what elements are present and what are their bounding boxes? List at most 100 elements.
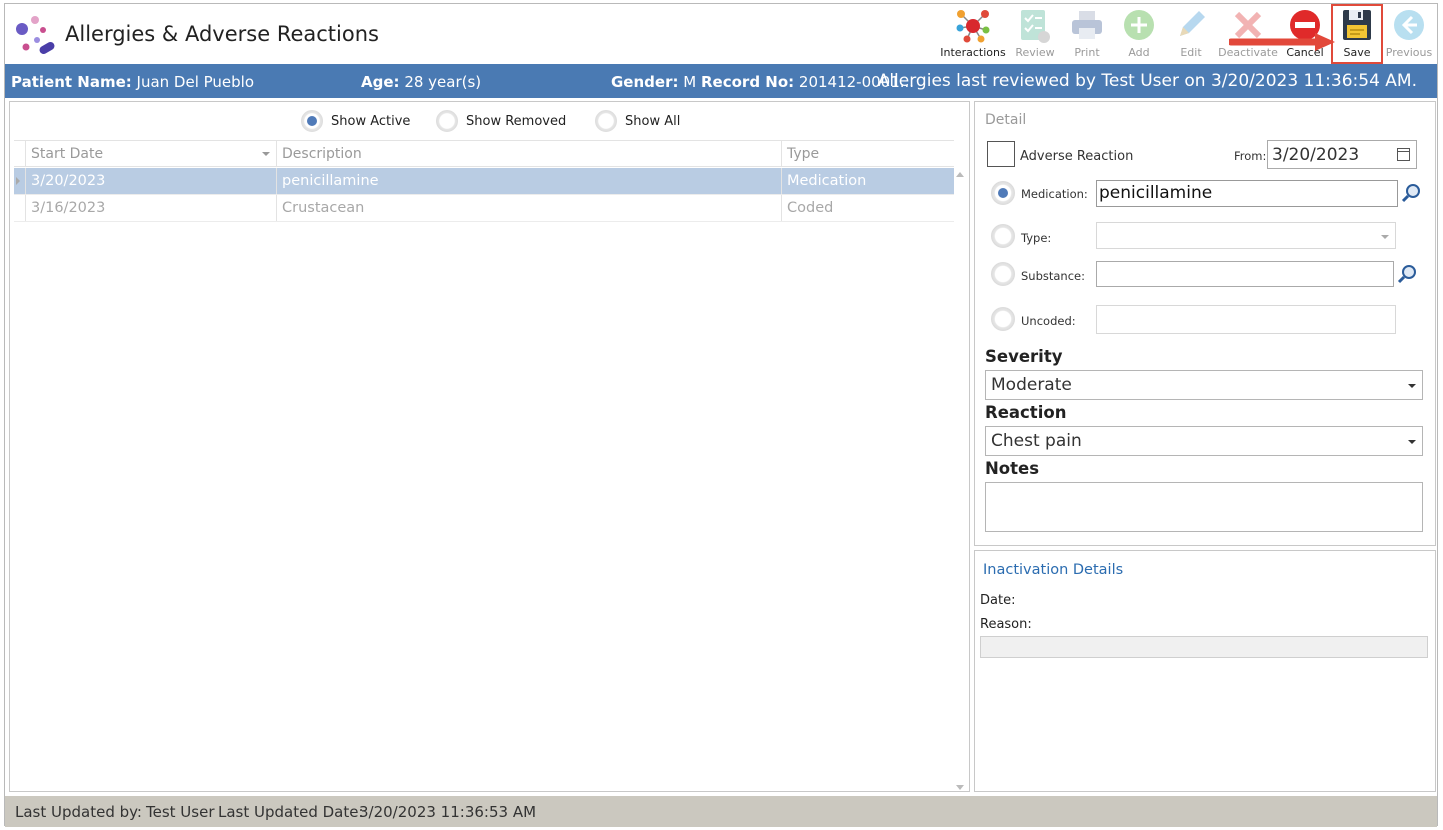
print-button[interactable]: Print: [1061, 4, 1113, 64]
column-header-type[interactable]: Type: [781, 141, 954, 166]
status-bar: Last Updated by: Test User Last Updated …: [5, 796, 1437, 827]
patient-name: Patient Name: Juan Del Pueblo: [11, 73, 255, 91]
previous-button[interactable]: Previous: [1383, 4, 1435, 64]
checklist-icon: [1021, 10, 1050, 43]
uncoded-radio[interactable]: [991, 307, 1015, 331]
substance-label: Substance:: [1021, 269, 1085, 283]
allergies-window: Allergies & Adverse Reactions Interactio…: [4, 3, 1438, 827]
detail-title: Detail: [985, 112, 1027, 128]
filter-radio-group: Show Active Show Removed Show All: [10, 110, 969, 134]
arrow-left-circle-icon: [1394, 10, 1424, 40]
cell-type: Medication: [781, 168, 954, 194]
cell-type: Coded: [781, 195, 954, 221]
column-header-description[interactable]: Description: [276, 141, 781, 166]
reaction-label: Reaction: [985, 403, 1067, 422]
printer-icon: [1072, 11, 1102, 39]
pencil-icon: [1180, 11, 1205, 36]
radio-unselected-icon: [436, 110, 458, 132]
from-label: From:: [1234, 149, 1267, 163]
medication-input[interactable]: penicillamine: [1096, 180, 1398, 207]
calendar-icon[interactable]: [1397, 148, 1410, 161]
chevron-down-icon: [1381, 235, 1389, 239]
inactivation-reason-field: [980, 636, 1428, 658]
radio-unselected-icon: [595, 110, 617, 132]
annotation-arrow-icon: [1229, 33, 1335, 51]
previous-label: Previous: [1385, 46, 1433, 59]
severity-select[interactable]: Moderate: [985, 370, 1423, 400]
uncoded-label: Uncoded:: [1021, 314, 1076, 328]
list-scrollbar[interactable]: [953, 172, 965, 790]
medication-search-icon[interactable]: [1401, 183, 1421, 203]
reaction-value: Chest pain: [991, 431, 1082, 451]
radio-selected-icon: [301, 110, 323, 132]
show-all-radio[interactable]: Show All: [595, 110, 680, 132]
plus-circle-icon: [1124, 10, 1154, 40]
adverse-reaction-label: Adverse Reaction: [1020, 149, 1134, 164]
medication-value: penicillamine: [1099, 183, 1213, 203]
detail-panel: Detail Adverse Reaction From: 3/20/2023 …: [974, 101, 1436, 546]
print-label: Print: [1074, 46, 1100, 59]
severity-value: Moderate: [991, 375, 1072, 395]
updated-by-value: Test User: [146, 803, 215, 821]
table-row[interactable]: 3/16/2023 Crustacean Coded: [14, 195, 954, 222]
medication-label: Medication:: [1021, 187, 1088, 201]
updated-by-label: Last Updated by:: [15, 803, 142, 821]
type-dropdown[interactable]: [1096, 222, 1396, 249]
medication-radio[interactable]: [991, 181, 1015, 205]
patient-info-bar: Patient Name: Juan Del Pueblo Age: 28 ye…: [5, 64, 1437, 98]
title-bar: Allergies & Adverse Reactions Interactio…: [5, 4, 1437, 64]
table-row[interactable]: 3/20/2023 penicillamine Medication: [14, 168, 954, 195]
notes-label: Notes: [985, 459, 1040, 478]
inactivation-reason-label: Reason:: [980, 617, 1032, 632]
scroll-up-icon[interactable]: [956, 172, 964, 177]
review-button[interactable]: Review: [1009, 4, 1061, 64]
show-all-label: Show All: [625, 113, 681, 129]
inactivation-title: Inactivation Details: [983, 562, 1124, 578]
allergy-list-panel: Show Active Show Removed Show All Start …: [9, 101, 970, 792]
updated-date-value: 3/20/2023 11:36:53 AM: [359, 803, 537, 821]
scroll-down-icon[interactable]: [956, 785, 964, 790]
substance-input[interactable]: [1096, 261, 1394, 287]
show-removed-label: Show Removed: [466, 113, 567, 129]
chevron-down-icon: [1408, 440, 1416, 444]
show-removed-radio[interactable]: Show Removed: [436, 110, 566, 132]
cell-description: penicillamine: [276, 168, 781, 194]
sort-arrow-icon: [262, 152, 270, 156]
show-active-label: Show Active: [331, 113, 411, 129]
cell-start-date: 3/20/2023: [25, 168, 276, 194]
from-date-value: 3/20/2023: [1272, 145, 1360, 165]
allergy-logo-icon: [16, 16, 55, 54]
patient-gender: Gender: M: [611, 73, 697, 91]
toolbar: Interactions Review Print Add Edit Deact…: [937, 4, 1435, 64]
patient-age: Age: 28 year(s): [361, 73, 482, 91]
cell-description: Crustacean: [276, 195, 781, 221]
type-radio[interactable]: [991, 224, 1015, 248]
notes-textarea[interactable]: [985, 482, 1423, 532]
severity-label: Severity: [985, 347, 1063, 366]
interactions-label: Interactions: [940, 46, 1006, 59]
type-label: Type:: [1021, 231, 1052, 245]
edit-label: Edit: [1180, 46, 1202, 59]
uncoded-input[interactable]: [1096, 305, 1396, 334]
updated-date-label: Last Updated Date:: [218, 803, 364, 821]
grid-header: Start Date Description Type: [14, 140, 954, 167]
page-title: Allergies & Adverse Reactions: [65, 22, 379, 46]
last-reviewed-text: Allergies last reviewed by Test User on …: [877, 71, 1417, 91]
row-indicator-icon: [16, 177, 20, 185]
review-label: Review: [1015, 46, 1055, 59]
adverse-reaction-checkbox[interactable]: [987, 141, 1015, 167]
chevron-down-icon: [1408, 384, 1416, 388]
show-active-radio[interactable]: Show Active: [301, 110, 410, 132]
interactions-icon: [956, 10, 990, 43]
substance-search-icon[interactable]: [1397, 264, 1417, 284]
inactivation-panel: Inactivation Details Date: Reason:: [974, 550, 1436, 792]
from-date-input[interactable]: 3/20/2023: [1267, 140, 1417, 169]
reaction-select[interactable]: Chest pain: [985, 426, 1423, 456]
edit-button[interactable]: Edit: [1165, 4, 1217, 64]
cell-start-date: 3/16/2023: [25, 195, 276, 221]
column-header-start-date[interactable]: Start Date: [25, 141, 276, 166]
interactions-button[interactable]: Interactions: [937, 4, 1009, 64]
add-button[interactable]: Add: [1113, 4, 1165, 64]
substance-radio[interactable]: [991, 262, 1015, 286]
inactivation-date-label: Date:: [980, 593, 1016, 608]
